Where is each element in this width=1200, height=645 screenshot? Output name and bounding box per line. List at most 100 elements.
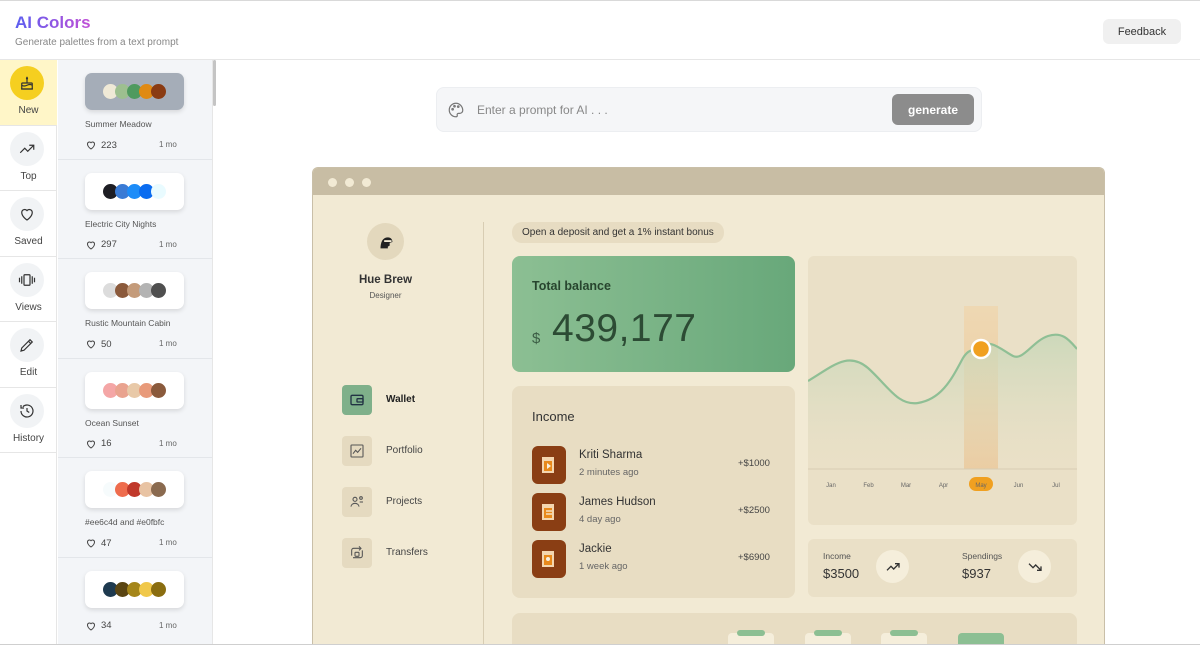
income-row: Jackie 1 week ago +$6900 — [532, 540, 777, 578]
x-tick-label[interactable]: Jan — [826, 483, 836, 489]
menu-item-wallet[interactable]: Wallet — [342, 385, 472, 415]
menu-item-transfers[interactable]: Transfers — [342, 538, 472, 568]
like-button[interactable]: 16 — [85, 438, 112, 450]
nav-item-views[interactable]: Views — [0, 257, 57, 322]
nav-item-top[interactable]: Top — [0, 126, 57, 191]
generate-button[interactable]: generate — [892, 94, 974, 125]
trending-up-icon — [10, 131, 44, 166]
tile-bar — [814, 630, 842, 636]
nav-item-saved[interactable]: Saved — [0, 191, 57, 257]
app-title: AI Colors — [15, 13, 91, 32]
like-button[interactable]: 47 — [85, 537, 112, 549]
prompt-input[interactable] — [477, 100, 877, 120]
promo-badge: Open a deposit and get a 1% instant bonu… — [512, 222, 724, 243]
palette-swatch[interactable] — [85, 371, 184, 409]
palette-card[interactable]: #ee6c4d and #e0fbfc 47 1 mo — [58, 458, 212, 558]
tile-bar — [737, 630, 765, 636]
wallet-icon — [342, 385, 372, 415]
preview-divider — [483, 222, 484, 645]
income-amount: +$6900 — [738, 552, 770, 563]
swatch-dots — [85, 372, 184, 409]
x-tick-label[interactable]: Feb — [863, 483, 874, 489]
palette-card[interactable]: Electric City Nights 297 1 mo — [58, 160, 212, 259]
nav-label: History — [12, 432, 45, 444]
spendings-stat-label: Spendings — [962, 551, 1003, 561]
pencil-icon — [10, 328, 44, 362]
income-title: Income — [532, 409, 575, 424]
like-button[interactable]: 297 — [85, 239, 117, 251]
menu-label: Portfolio — [386, 445, 423, 456]
user-role: Designer — [369, 291, 402, 300]
nav-label: Saved — [14, 236, 43, 247]
book-icon — [532, 446, 566, 484]
menu-label: Transfers — [386, 547, 428, 558]
palette-card[interactable]: Summer Meadow 223 1 mo — [58, 60, 212, 160]
stats-card: Income $3500 Spendings $937 — [808, 539, 1077, 597]
heart-icon — [86, 440, 96, 449]
income-name: Kriti Sharma — [579, 449, 643, 461]
palette-list: Summer Meadow 223 1 mo Electric City Nig… — [58, 60, 212, 645]
palette-age: 1 mo — [159, 620, 177, 630]
palette-age: 1 mo — [159, 339, 177, 348]
like-count: 223 — [101, 139, 117, 151]
color-dot — [151, 84, 166, 99]
menu-label: Projects — [386, 496, 423, 507]
palette-swatch[interactable] — [85, 272, 184, 309]
heart-icon — [86, 539, 96, 548]
trending-down-icon[interactable] — [1018, 550, 1051, 583]
palette-swatch[interactable] — [85, 471, 184, 508]
balance-card: Total balance $ 439,177 — [512, 256, 795, 372]
window-titlebar — [313, 168, 1104, 195]
palette-card[interactable]: 34 1 mo — [58, 558, 212, 645]
color-dot — [151, 283, 166, 298]
trending-up-icon[interactable] — [876, 550, 909, 583]
prompt-bar: generate — [436, 87, 982, 132]
app-subtitle: Generate palettes from a text prompt — [15, 37, 179, 48]
highlight-point[interactable] — [970, 338, 992, 360]
palette-swatch[interactable] — [85, 172, 184, 210]
color-dot — [151, 482, 166, 497]
x-tick-label[interactable]: Jun — [1014, 483, 1024, 489]
palette-card[interactable]: Ocean Sunset 16 1 mo — [58, 359, 212, 458]
window-dot — [362, 178, 371, 187]
swatch-dots — [85, 571, 184, 608]
nav-item-edit[interactable]: Edit — [0, 322, 57, 388]
nav-item-new[interactable]: New — [0, 60, 57, 126]
like-button[interactable]: 50 — [85, 338, 112, 350]
menu-item-portfolio[interactable]: Portfolio — [342, 436, 472, 466]
income-amount: +$1000 — [738, 458, 770, 469]
palette-icon — [447, 101, 465, 124]
income-row: James Hudson 4 day ago +$2500 — [532, 493, 777, 531]
income-time: 1 week ago — [579, 561, 628, 572]
users-icon — [342, 487, 372, 517]
nav-item-history[interactable]: History — [0, 388, 57, 453]
x-tick-label[interactable]: Mar — [901, 483, 911, 489]
like-button[interactable]: 223 — [85, 139, 117, 151]
like-button[interactable]: 34 — [85, 620, 112, 632]
sidebar-nav: New Top Saved Views Edit History — [0, 60, 57, 645]
palette-age: 1 mo — [159, 239, 177, 249]
feedback-button[interactable]: Feedback — [1103, 19, 1181, 44]
x-tick-label[interactable]: May — [975, 483, 986, 489]
palette-scrollbar[interactable] — [212, 60, 217, 645]
income-amount: +$2500 — [738, 505, 770, 516]
x-tick-label[interactable]: Jul — [1052, 483, 1060, 489]
area-fill — [808, 334, 1077, 469]
palette-name: Electric City Nights — [85, 218, 157, 229]
heart-icon — [86, 241, 96, 250]
x-tick-label[interactable]: Apr — [939, 483, 948, 489]
spendings-stat-value: $937 — [962, 566, 991, 581]
window-dot — [328, 178, 337, 187]
palette-swatch[interactable] — [85, 73, 184, 110]
preview-sidebar: Hue Brew Designer Wallet Portfolio Proje… — [313, 195, 483, 645]
palette-card[interactable]: Rustic Mountain Cabin 50 1 mo — [58, 259, 212, 359]
color-dot — [151, 183, 166, 199]
palette-name: #ee6c4d and #e0fbfc — [85, 517, 165, 527]
menu-item-projects[interactable]: Projects — [342, 487, 472, 517]
scrollbar-thumb[interactable] — [213, 60, 216, 106]
app-root: AI Colors Generate palettes from a text … — [0, 0, 1200, 645]
nav-label: Edit — [19, 367, 38, 378]
like-count: 297 — [101, 239, 117, 250]
palette-swatch[interactable] — [85, 570, 184, 608]
income-time: 2 minutes ago — [579, 467, 639, 478]
